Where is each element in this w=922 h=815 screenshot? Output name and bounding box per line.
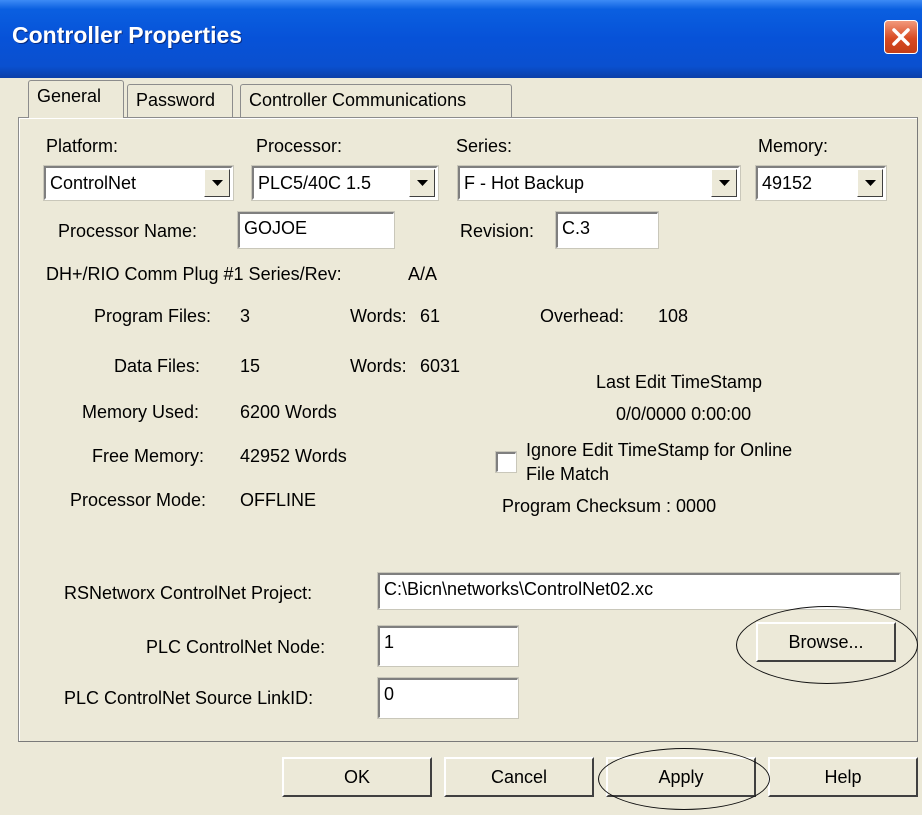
series-select[interactable]: F - Hot Backup — [457, 165, 741, 201]
plc-linkid-input[interactable]: 0 — [377, 677, 519, 719]
plc-linkid-label: PLC ControlNet Source LinkID: — [64, 688, 314, 708]
processor-select[interactable]: PLC5/40C 1.5 — [251, 165, 439, 201]
ignore-timestamp-label-line2: File Match — [526, 464, 610, 484]
tab-password[interactable]: Password — [127, 84, 233, 118]
window-title: Controller Properties — [12, 22, 243, 48]
processor-name-label: Processor Name: — [58, 221, 198, 241]
series-label: Series: — [456, 136, 513, 156]
revision-input[interactable]: C.3 — [555, 211, 659, 249]
series-value: F - Hot Backup — [464, 173, 585, 193]
processor-name-input[interactable]: GOJOE — [237, 211, 395, 249]
tab-general[interactable]: General — [28, 80, 124, 118]
program-checksum: Program Checksum : 0000 — [502, 496, 717, 516]
program-words-label: Words: — [350, 306, 407, 326]
memory-used-label: Memory Used: — [82, 402, 200, 422]
data-words-label: Words: — [350, 356, 407, 376]
overhead-label: Overhead: — [540, 306, 625, 326]
program-files-label: Program Files: — [94, 306, 212, 326]
memory-used-value: 6200 Words — [240, 402, 337, 422]
chevron-down-icon — [212, 180, 223, 186]
help-button[interactable]: Help — [768, 757, 918, 797]
free-memory-label: Free Memory: — [92, 446, 205, 466]
dh-rio-value: A/A — [408, 264, 438, 284]
data-words-value: 6031 — [420, 356, 461, 376]
series-dropdown-button[interactable] — [711, 169, 737, 197]
title-bar: Controller Properties — [0, 0, 922, 78]
revision-label: Revision: — [460, 221, 535, 241]
program-files-value: 3 — [240, 306, 251, 326]
chevron-down-icon — [719, 180, 730, 186]
ok-button[interactable]: OK — [282, 757, 432, 797]
memory-value: 49152 — [762, 173, 813, 193]
processor-label: Processor: — [256, 136, 343, 156]
memory-select[interactable]: 49152 — [755, 165, 887, 201]
cancel-button[interactable]: Cancel — [444, 757, 594, 797]
last-edit-timestamp-label: Last Edit TimeStamp — [596, 372, 763, 392]
tab-password-label: Password — [136, 90, 216, 110]
ignore-timestamp-checkbox[interactable] — [495, 451, 517, 473]
tab-general-label: General — [37, 86, 102, 106]
rsnetworx-project-input[interactable]: C:\Bicn\networks\ControlNet02.xc — [377, 572, 901, 610]
last-edit-timestamp-value: 0/0/0000 0:00:00 — [616, 404, 752, 424]
platform-value: ControlNet — [50, 173, 137, 193]
platform-label: Platform: — [46, 136, 119, 156]
dh-rio-label: DH+/RIO Comm Plug #1 Series/Rev: — [46, 264, 342, 284]
processor-mode-value: OFFLINE — [240, 490, 317, 510]
tab-controller-communications[interactable]: Controller Communications — [240, 84, 512, 118]
close-icon — [892, 28, 910, 46]
plc-node-label: PLC ControlNet Node: — [146, 637, 326, 657]
memory-label: Memory: — [758, 136, 829, 156]
plc-node-input[interactable]: 1 — [377, 625, 519, 667]
processor-value: PLC5/40C 1.5 — [258, 173, 372, 193]
data-files-label: Data Files: — [114, 356, 201, 376]
processor-mode-label: Processor Mode: — [70, 490, 207, 510]
program-words-value: 61 — [420, 306, 441, 326]
overhead-value: 108 — [658, 306, 689, 326]
data-files-value: 15 — [240, 356, 261, 376]
processor-dropdown-button[interactable] — [409, 169, 435, 197]
rsnetworx-project-label: RSNetworx ControlNet Project: — [64, 583, 313, 603]
apply-button[interactable]: Apply — [606, 757, 756, 797]
chevron-down-icon — [417, 180, 428, 186]
platform-dropdown-button[interactable] — [204, 169, 230, 197]
close-button[interactable] — [884, 20, 918, 54]
platform-select[interactable]: ControlNet — [43, 165, 234, 201]
tab-controller-communications-label: Controller Communications — [249, 90, 467, 110]
browse-button[interactable]: Browse... — [756, 622, 896, 662]
chevron-down-icon — [865, 180, 876, 186]
memory-dropdown-button[interactable] — [857, 169, 883, 197]
ignore-timestamp-label-line1: Ignore Edit TimeStamp for Online — [526, 440, 793, 460]
free-memory-value: 42952 Words — [240, 446, 347, 466]
